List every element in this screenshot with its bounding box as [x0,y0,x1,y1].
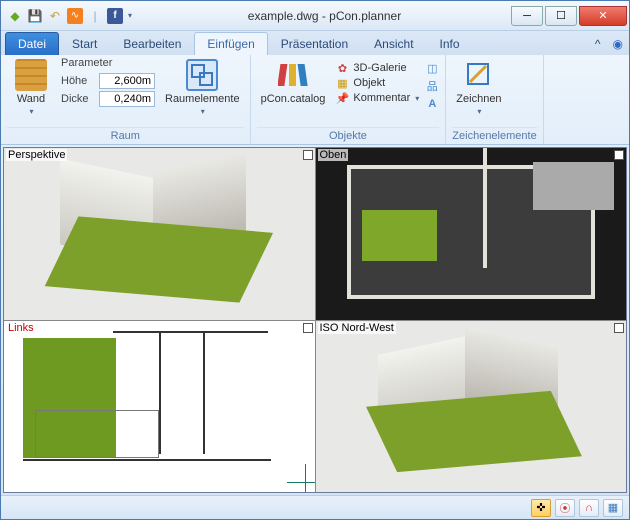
ribbon: Wand ▾ Parameter Höhe Dicke [1,55,629,145]
viewport-label: Oben [318,149,349,161]
group-zeichen-label: Zeichenelemente [452,127,536,144]
tab-info[interactable]: Info [427,32,473,55]
viewport-label: Perspektive [6,149,67,161]
galerie-label: 3D-Galerie [353,62,406,74]
window-title: example.dwg - pCon.planner [138,9,511,23]
viewport-label: Links [6,322,36,334]
cursor-crosshair [287,464,315,492]
catalog-label: pCon.catalog [261,93,326,105]
zeichnen-label: Zeichnen [456,93,501,105]
catalog-button[interactable]: pCon.catalog [257,57,330,107]
tab-file[interactable]: Datei [5,32,59,55]
window-controls: ─ ☐ ✕ [511,6,629,26]
tab-bearbeiten[interactable]: Bearbeiten [110,32,194,55]
undo-icon[interactable]: ↶ [47,8,63,24]
viewport-oben[interactable]: Oben [316,148,627,320]
tab-praesentation[interactable]: Präsentation [268,32,361,55]
dicke-label: Dicke [61,93,95,105]
viewport-maximize-icon[interactable] [614,150,624,160]
tab-einfuegen[interactable]: Einfügen [194,32,267,55]
chevron-down-icon: ▾ [29,107,33,116]
group-objekte-label: Objekte [257,127,440,144]
kommentar-label: Kommentar [353,92,410,104]
titlebar: ◆ 💾 ↶ ∿ | f ▾ example.dwg - pCon.planner… [1,1,629,31]
group-raum-label: Raum [7,127,244,144]
viewport-maximize-icon[interactable] [303,150,313,160]
raumelemente-icon [186,59,218,91]
save-icon[interactable]: 💾 [27,8,43,24]
ribbon-tabs: Datei Start Bearbeiten Einfügen Präsenta… [1,31,629,55]
viewport-links[interactable]: Links [4,321,315,493]
qat-divider: | [87,8,103,24]
scene-left [4,321,315,493]
raumelemente-label: Raumelemente [165,93,240,105]
status-magnet-button[interactable]: ∩ [579,499,599,517]
objekt-icon: ▦ [335,76,349,90]
objekt-label: Objekt [353,77,385,89]
close-button[interactable]: ✕ [579,6,627,26]
minimize-button[interactable]: ─ [511,6,543,26]
qat-customize-icon[interactable]: ▾ [128,11,132,20]
status-grid-button[interactable]: ▦ [603,499,623,517]
group-zeichenelemente: Zeichnen ▾ Zeichenelemente [446,55,543,144]
pin-icon: 📌 [335,91,349,105]
viewport-maximize-icon[interactable] [614,323,624,333]
viewport-grid: Perspektive Oben Links ISO Nord-West [3,147,627,493]
chevron-down-icon: ▾ [201,107,205,116]
quick-access-toolbar: ◆ 💾 ↶ ∿ | f ▾ [1,8,138,24]
kommentar-button[interactable]: 📌 Kommentar ▾ [335,91,419,105]
text-icon[interactable]: A [425,97,439,111]
viewport-iso[interactable]: ISO Nord-West [316,321,627,493]
parameter-label: Parameter [61,57,155,69]
status-axes-button[interactable]: ✜ [531,499,551,517]
chevron-down-icon: ▾ [477,107,481,116]
raumelemente-button[interactable]: Raumelemente ▾ [161,57,244,118]
hoehe-input[interactable] [99,73,155,89]
chevron-down-icon: ▾ [415,94,419,103]
viewport-maximize-icon[interactable] [303,323,313,333]
group-icon[interactable]: ◫ [425,61,439,75]
app-icon: ◆ [7,8,23,24]
galerie-icon: ✿ [335,61,349,75]
scene-perspective [4,148,315,320]
hierarchy-icon[interactable]: 品 [425,79,439,93]
wand-label: Wand [17,93,45,105]
wand-button[interactable]: Wand ▾ [7,57,55,118]
help-icon[interactable]: ◉ [607,33,629,55]
group-objekte: pCon.catalog ✿ 3D-Galerie ▦ Objekt 📌 Kom… [251,55,447,144]
group-raum: Wand ▾ Parameter Höhe Dicke [1,55,251,144]
dicke-input[interactable] [99,91,155,107]
viewport-label: ISO Nord-West [318,322,396,334]
tab-ansicht[interactable]: Ansicht [361,32,426,55]
wand-icon [15,59,47,91]
app-window: ◆ 💾 ↶ ∿ | f ▾ example.dwg - pCon.planner… [0,0,630,520]
status-snap-button[interactable]: ⦿ [555,499,575,517]
catalog-icon [277,59,309,91]
scene-iso [316,321,627,493]
zeichnen-button[interactable]: Zeichnen ▾ [452,57,505,118]
objekte-icons-col: ◫ 品 A [425,57,439,111]
statusbar: ✜ ⦿ ∩ ▦ [1,495,629,519]
rss-icon[interactable]: ∿ [67,8,83,24]
zeichnen-icon [463,59,495,91]
tab-start[interactable]: Start [59,32,110,55]
facebook-icon[interactable]: f [107,8,123,24]
viewport-perspektive[interactable]: Perspektive [4,148,315,320]
objekt-button[interactable]: ▦ Objekt [335,76,419,90]
scene-top [316,148,627,320]
ribbon-collapse-icon[interactable]: ^ [589,33,607,55]
maximize-button[interactable]: ☐ [545,6,577,26]
galerie-button[interactable]: ✿ 3D-Galerie [335,61,419,75]
parameter-panel: Parameter Höhe Dicke [61,57,155,107]
objekte-list: ✿ 3D-Galerie ▦ Objekt 📌 Kommentar ▾ [335,57,419,105]
hoehe-label: Höhe [61,75,95,87]
